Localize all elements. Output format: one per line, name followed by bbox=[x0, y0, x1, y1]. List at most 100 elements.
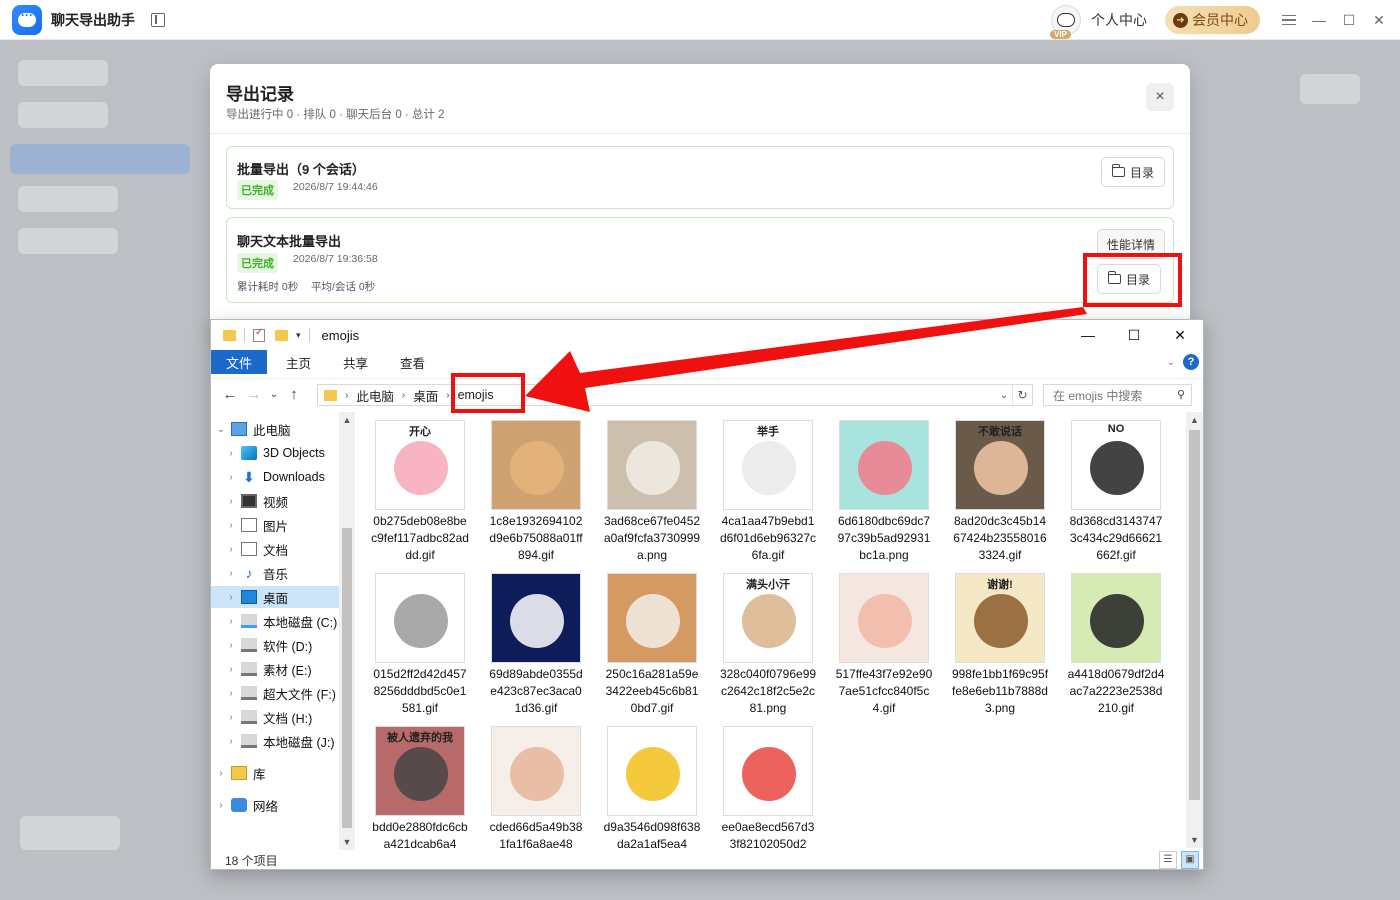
minimize-button[interactable]: — bbox=[1304, 0, 1334, 40]
file-grid-scrollbar[interactable]: ▲ ▼ bbox=[1186, 412, 1203, 848]
open-directory-button[interactable]: 目录 bbox=[1101, 157, 1165, 187]
chevron-right-icon[interactable]: › bbox=[225, 448, 237, 459]
scroll-up-icon[interactable]: ▲ bbox=[339, 412, 355, 428]
back-arrow-icon[interactable]: ← bbox=[219, 386, 241, 403]
explorer-minimize-button[interactable]: — bbox=[1065, 320, 1111, 350]
nav-item[interactable]: › 本地磁盘 (J:) bbox=[211, 730, 341, 752]
maximize-button[interactable]: ☐ bbox=[1334, 0, 1364, 40]
ribbon-file-tab[interactable]: 文件 bbox=[211, 350, 267, 374]
chevron-right-icon[interactable]: › bbox=[225, 736, 237, 747]
forward-arrow-icon[interactable]: → bbox=[243, 386, 265, 403]
user-avatar[interactable]: VIP bbox=[1050, 5, 1081, 39]
chevron-right-icon[interactable]: › bbox=[225, 616, 237, 627]
file-tile[interactable]: 6d6180dbc69dc797c39b5ad92931bc1a.png bbox=[835, 416, 933, 564]
chevron-right-icon[interactable]: › bbox=[225, 688, 237, 699]
file-tile[interactable]: 1c8e1932694102d9e6b75088a01ff894.gif bbox=[487, 416, 585, 564]
file-name: 0b275deb08e8bec9fef117adbc82addd.gif bbox=[371, 514, 469, 562]
chevron-right-icon[interactable]: › bbox=[225, 568, 237, 579]
nav-item[interactable]: › 网络 bbox=[211, 794, 341, 816]
ribbon-tab-home[interactable]: 主页 bbox=[273, 353, 324, 372]
large-icons-view-icon[interactable]: ▣ bbox=[1181, 851, 1199, 869]
quick-access-dropdown-icon[interactable]: ▾ bbox=[296, 330, 301, 341]
file-tile[interactable]: NO 8d368cd31437473c434c29d66621662f.gif bbox=[1067, 416, 1165, 564]
file-tile[interactable]: 满头小汗 328c040f0796e99c2642c18f2c5e2c81.png bbox=[719, 569, 817, 717]
nav-item[interactable]: › ⬇ Downloads bbox=[211, 466, 341, 488]
recent-locations-icon[interactable]: ⌄ bbox=[267, 389, 281, 400]
expand-ribbon-icon[interactable]: ⌄ bbox=[1167, 357, 1175, 368]
nav-item[interactable]: ⌄ 此电脑 bbox=[211, 418, 341, 440]
details-view-icon[interactable]: ☰ bbox=[1159, 851, 1177, 869]
explorer-close-button[interactable]: ✕ bbox=[1157, 320, 1203, 350]
chevron-right-icon[interactable]: › bbox=[225, 664, 237, 675]
scrollbar-thumb[interactable] bbox=[342, 528, 352, 828]
file-tile[interactable]: 69d89abde0355de423c87ec3aca01d36.gif bbox=[487, 569, 585, 717]
search-input[interactable]: 在 emojis 中搜索 ⚲ bbox=[1043, 384, 1192, 406]
address-dropdown-icon[interactable]: ⌄ bbox=[996, 390, 1012, 401]
nav-item[interactable]: › 文档 (H:) bbox=[211, 706, 341, 728]
new-folder-icon[interactable] bbox=[275, 329, 288, 341]
nav-item[interactable]: › 库 bbox=[211, 762, 341, 784]
breadcrumb-separator-icon[interactable]: › bbox=[345, 390, 348, 401]
thumbnail-art bbox=[394, 441, 448, 495]
file-tile[interactable]: 不敢说话 8ad20dc3c45b1467424b235580163324.gif bbox=[951, 416, 1049, 564]
scroll-down-icon[interactable]: ▼ bbox=[1186, 832, 1203, 848]
address-bar[interactable]: › 此电脑 › 桌面 › emojis ⌄ ↻ bbox=[317, 384, 1033, 406]
nav-item[interactable]: › 视频 bbox=[211, 490, 341, 512]
scroll-up-icon[interactable]: ▲ bbox=[1186, 412, 1203, 428]
file-tile[interactable]: 517ffe43f7e92e907ae51cfcc840f5c4.gif bbox=[835, 569, 933, 717]
explorer-maximize-button[interactable]: ☐ bbox=[1111, 320, 1157, 350]
chevron-right-icon[interactable]: › bbox=[225, 544, 237, 555]
personal-center-link[interactable]: 个人中心 bbox=[1091, 10, 1147, 30]
file-tile[interactable]: 开心 0b275deb08e8bec9fef117adbc82addd.gif bbox=[371, 416, 469, 564]
breadcrumb-desktop[interactable]: 桌面 bbox=[413, 386, 438, 405]
ribbon-tab-share[interactable]: 共享 bbox=[330, 353, 381, 372]
nav-item[interactable]: › 图片 bbox=[211, 514, 341, 536]
file-tile[interactable]: ee0ae8ecd567d33f82102050d2 bbox=[719, 722, 817, 848]
file-tile[interactable]: 被人遗弃的我 bdd0e2880fdc6cba421dcab6a4 bbox=[371, 722, 469, 848]
help-icon[interactable]: ? bbox=[1183, 354, 1199, 370]
chevron-right-icon[interactable]: › bbox=[225, 712, 237, 723]
properties-icon[interactable] bbox=[253, 327, 265, 342]
chevron-right-icon[interactable]: › bbox=[225, 520, 237, 531]
nav-item[interactable]: › 文档 bbox=[211, 538, 341, 560]
chevron-down-icon[interactable]: ⌄ bbox=[215, 424, 227, 435]
up-arrow-icon[interactable]: ↑ bbox=[283, 386, 305, 403]
file-tile[interactable]: 250c16a281a59e3422eeb45c6b810bd7.gif bbox=[603, 569, 701, 717]
chevron-right-icon[interactable]: › bbox=[225, 640, 237, 651]
nav-item[interactable]: › 桌面 bbox=[211, 586, 341, 608]
breadcrumb-separator-icon[interactable]: › bbox=[402, 390, 405, 401]
close-app-button[interactable]: ✕ bbox=[1364, 0, 1394, 40]
chevron-right-icon[interactable]: › bbox=[215, 768, 227, 779]
file-name: cded66d5a49b381fa1f6a8ae48 bbox=[489, 820, 583, 848]
nav-pane-scrollbar[interactable]: ▲ ▼ bbox=[339, 412, 355, 850]
file-tile[interactable]: 举手 4ca1aa47b9ebd1d6f01d6eb96327c6fa.gif bbox=[719, 416, 817, 564]
nav-item[interactable]: › 超大文件 (F:) bbox=[211, 682, 341, 704]
nav-item[interactable]: › 本地磁盘 (C:) bbox=[211, 610, 341, 632]
file-tile[interactable]: 谢谢! 998fe1bb1f69c95ffe8e6eb11b7888d3.png bbox=[951, 569, 1049, 717]
scrollbar-thumb[interactable] bbox=[1189, 430, 1200, 800]
file-tile[interactable]: cded66d5a49b381fa1f6a8ae48 bbox=[487, 722, 585, 848]
chevron-right-icon[interactable]: › bbox=[215, 800, 227, 811]
file-tile[interactable]: 3ad68ce67fe0452a0af9fcfa3730999a.png bbox=[603, 416, 701, 564]
nav-item[interactable]: › 软件 (D:) bbox=[211, 634, 341, 656]
sidebar-toggle-icon[interactable] bbox=[151, 12, 165, 27]
chevron-right-icon[interactable]: › bbox=[225, 472, 237, 483]
nav-item[interactable]: › 3D Objects bbox=[211, 442, 341, 464]
thumbnail-caption: 开心 bbox=[409, 426, 431, 438]
menu-icon bbox=[1282, 15, 1296, 25]
scroll-down-icon[interactable]: ▼ bbox=[339, 834, 355, 850]
breadcrumb-separator-icon[interactable]: › bbox=[446, 390, 449, 401]
file-tile[interactable]: 015d2ff2d42d4578256dddbd5c0e1581.gif bbox=[371, 569, 469, 717]
menu-button[interactable] bbox=[1274, 0, 1304, 40]
refresh-icon[interactable]: ↻ bbox=[1012, 385, 1032, 405]
nav-item[interactable]: › ♪ 音乐 bbox=[211, 562, 341, 584]
file-tile[interactable]: d9a3546d098f638da2a1af5ea4 bbox=[603, 722, 701, 848]
nav-item[interactable]: › 素材 (E:) bbox=[211, 658, 341, 680]
breadcrumb-this-pc[interactable]: 此电脑 bbox=[356, 386, 394, 405]
chevron-right-icon[interactable]: › bbox=[225, 592, 237, 603]
file-tile[interactable]: a4418d0679df2d4ac7a2223e2538d210.gif bbox=[1067, 569, 1165, 717]
ribbon-tab-view[interactable]: 查看 bbox=[387, 353, 438, 372]
member-center-button[interactable]: ➜ 会员中心 bbox=[1165, 6, 1260, 34]
chevron-right-icon[interactable]: › bbox=[225, 496, 237, 507]
modal-close-button[interactable]: × bbox=[1146, 83, 1174, 111]
